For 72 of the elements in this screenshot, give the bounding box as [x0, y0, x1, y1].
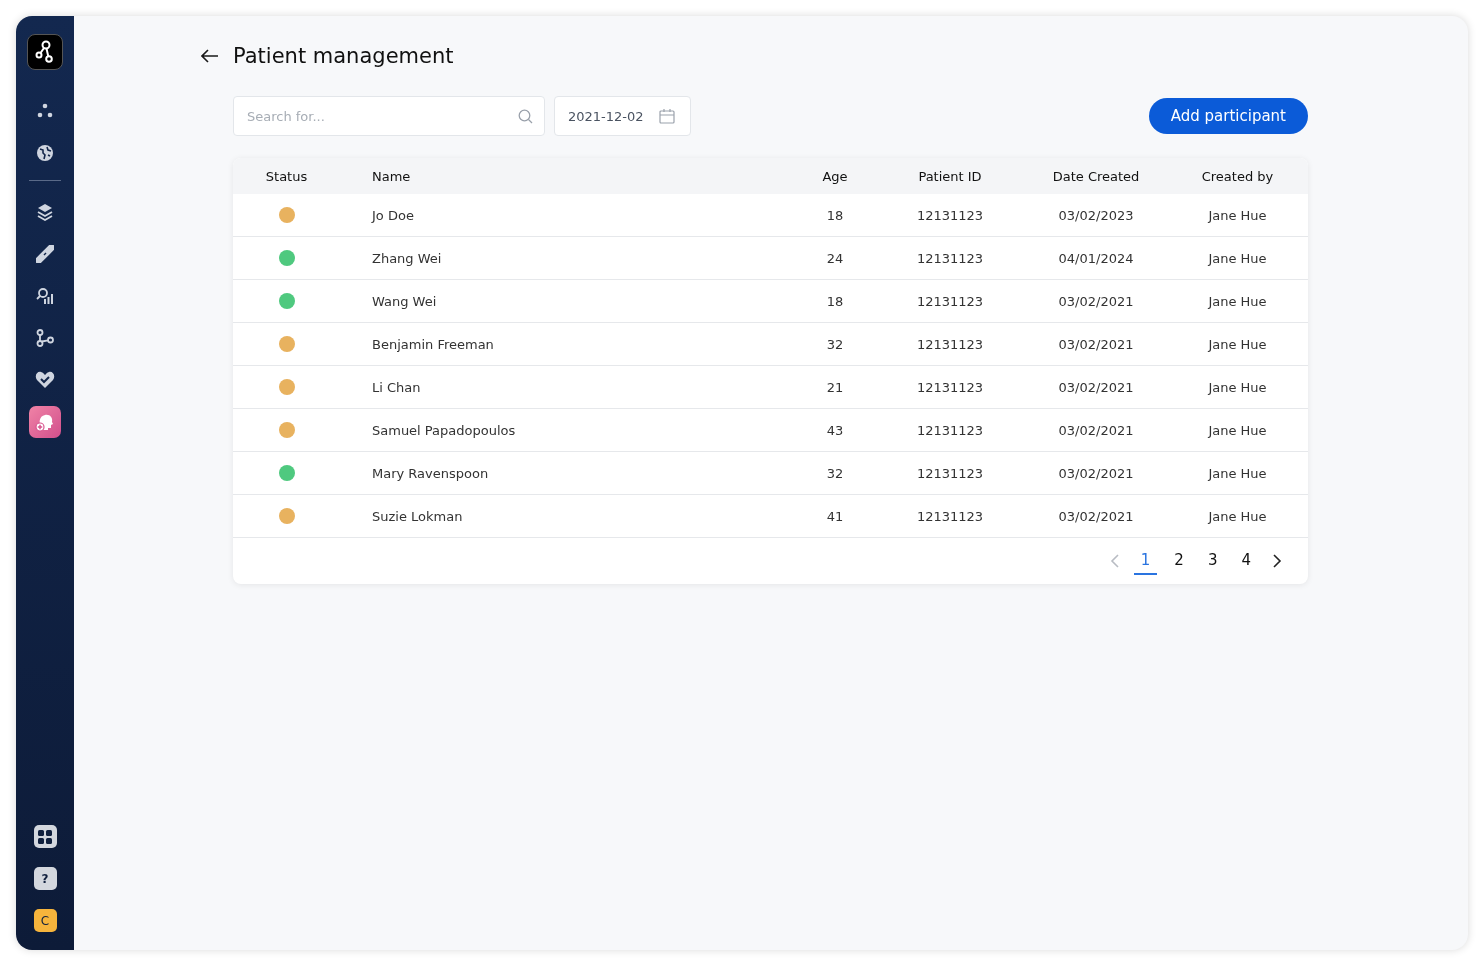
- table-cell: 12131123: [916, 465, 984, 481]
- table-cell: Jane Hue: [1208, 508, 1267, 524]
- logo-icon: [27, 34, 63, 70]
- page-button[interactable]: 1: [1133, 547, 1158, 575]
- globe-icon: [36, 144, 54, 162]
- table-cell: 32: [826, 465, 844, 481]
- column-header: Patient ID: [918, 168, 982, 184]
- dots-icon: [36, 102, 54, 120]
- column-header: Age: [822, 168, 848, 184]
- user-avatar[interactable]: C: [33, 909, 57, 932]
- help-button[interactable]: ?: [33, 867, 57, 890]
- page-title: Patient management: [233, 44, 454, 68]
- table-cell: 43: [826, 422, 844, 438]
- heart-check-icon: [35, 371, 55, 389]
- table-cell: 03/02/2023: [1058, 207, 1134, 223]
- table-cell: 12131123: [916, 293, 984, 309]
- column-header: Created by: [1201, 168, 1274, 184]
- table-cell: 41: [826, 508, 844, 524]
- table-cell-text: Suzie Lokman: [371, 508, 463, 524]
- table-cell: Jane Hue: [1208, 207, 1267, 223]
- page-button[interactable]: 4: [1234, 547, 1258, 575]
- column-header: Name: [371, 168, 411, 184]
- table-cell: Jane Hue: [1208, 293, 1267, 309]
- layers-icon: [36, 203, 54, 221]
- table-cell: 12131123: [916, 250, 984, 266]
- table-cell: Jane Hue: [1208, 422, 1267, 438]
- table-cell: 12131123: [916, 508, 984, 524]
- table-cell: 03/02/2021: [1058, 293, 1134, 309]
- table-cell: 18: [826, 207, 844, 223]
- column-header: Status: [265, 168, 308, 184]
- table-cell: 03/02/2021: [1058, 379, 1134, 395]
- nav-button[interactable]: [29, 406, 61, 438]
- table-cell: 21: [826, 379, 844, 395]
- table-cell: 03/02/2021: [1058, 336, 1134, 352]
- table-cell: 12131123: [916, 207, 984, 223]
- back-button[interactable]: [201, 49, 219, 63]
- table-cell-text: Wang Wei: [371, 293, 437, 309]
- table-cell: Jane Hue: [1208, 250, 1267, 266]
- table-cell-text: Samuel Papadopoulos: [371, 422, 516, 438]
- table-cell: 03/02/2021: [1058, 422, 1134, 438]
- table-cell: 12131123: [916, 379, 984, 395]
- search-chart-icon: [36, 287, 54, 305]
- table-cell: 32: [826, 336, 844, 352]
- page-button[interactable]: 3: [1200, 547, 1225, 575]
- table-cell: 04/01/2024: [1058, 250, 1134, 266]
- search-field[interactable]: Search for...: [233, 96, 545, 136]
- nodes-icon: [36, 329, 54, 347]
- page-button[interactable]: 2: [1167, 547, 1191, 575]
- table-cell-text: Benjamin Freeman: [371, 336, 494, 352]
- table-cell-text: Jo Doe: [370, 207, 414, 223]
- pill-icon: [36, 245, 54, 263]
- table-cell: 12131123: [916, 422, 984, 438]
- calendar-icon: [659, 108, 675, 124]
- table-cell: Jane Hue: [1208, 465, 1267, 481]
- table-cell: Jane Hue: [1208, 379, 1267, 395]
- apps-button[interactable]: [33, 825, 57, 848]
- grid-icon: [38, 829, 52, 844]
- table-cell: 03/02/2021: [1058, 465, 1134, 481]
- table-cell-text: Mary Ravenspoon: [371, 465, 489, 481]
- table-cell-text: Li Chan: [371, 379, 421, 395]
- table-cell: 24: [826, 250, 844, 266]
- table-cell-text: Zhang Wei: [371, 250, 442, 266]
- search-icon: [518, 109, 533, 124]
- table-cell: Jane Hue: [1208, 336, 1267, 352]
- column-header: Date Created: [1052, 168, 1140, 184]
- table-cell: 03/02/2021: [1058, 508, 1134, 524]
- table-cell: 18: [826, 293, 844, 309]
- patient-add-icon: [35, 412, 55, 432]
- back-arrow-icon: [201, 49, 219, 63]
- add-participant-button[interactable]: Add participant: [1148, 98, 1308, 134]
- table-cell: 12131123: [916, 336, 984, 352]
- date-field[interactable]: 2021-12-02: [554, 96, 691, 136]
